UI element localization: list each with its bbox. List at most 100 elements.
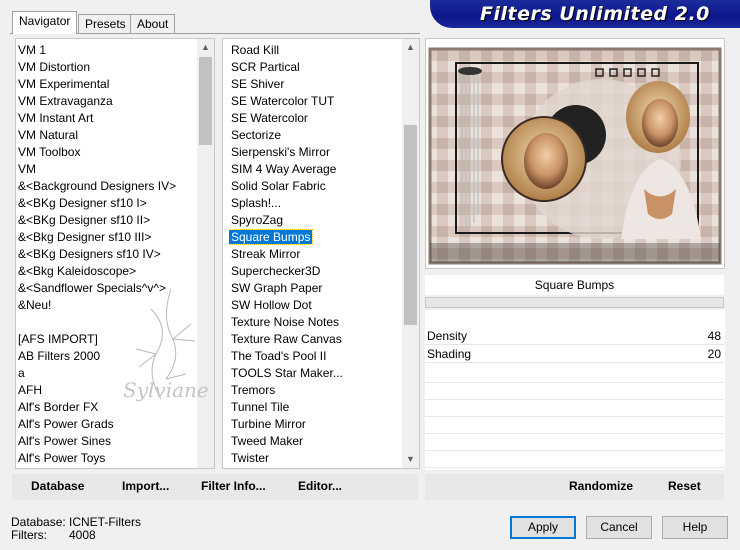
param-row-empty [425, 416, 724, 417]
category-item[interactable]: VM Natural [16, 127, 196, 144]
category-item-label: VM Extravaganza [18, 94, 113, 108]
filter-item-label: TOOLS Star Maker... [231, 366, 343, 380]
category-item[interactable]: Alf's Power Sines [16, 433, 196, 450]
filter-item[interactable]: Tweed Maker [229, 433, 401, 450]
category-item[interactable]: VM Instant Art [16, 110, 196, 127]
category-item-label: VM Instant Art [18, 111, 94, 125]
filter-item[interactable]: SE Watercolor [229, 110, 401, 127]
param-density[interactable]: Density 48 [425, 328, 724, 345]
reset-button[interactable]: Reset [668, 479, 701, 493]
filter-item[interactable]: Texture Noise Notes [229, 314, 401, 331]
apply-button[interactable]: Apply [510, 516, 576, 539]
category-item-label: VM [18, 162, 36, 176]
category-item-label: VM 1 [18, 43, 47, 57]
category-item-label: VM Experimental [18, 77, 110, 91]
param-row-empty [425, 467, 724, 468]
progress-bar [425, 297, 724, 308]
filter-item[interactable]: Sectorize [229, 127, 401, 144]
filter-item[interactable]: The Toad's Pool II [229, 348, 401, 365]
chevron-up-icon[interactable]: ▲ [197, 39, 214, 56]
filter-item[interactable]: Superchecker3D [229, 263, 401, 280]
scroll-thumb[interactable] [199, 57, 212, 145]
tab-about[interactable]: About [130, 14, 176, 33]
help-button[interactable]: Help [662, 516, 728, 539]
category-item[interactable]: VM 1 [16, 42, 196, 59]
category-item[interactable]: VM Toolbox [16, 144, 196, 161]
category-item[interactable]: VM Extravaganza [16, 93, 196, 110]
filter-item[interactable]: Solid Solar Fabric [229, 178, 401, 195]
filter-item[interactable]: SpyroZag [229, 212, 401, 229]
filter-item-label: Tweed Maker [231, 434, 304, 448]
category-item-label: &Neu! [18, 298, 52, 312]
category-item[interactable]: &<BKg Designers sf10 IV> [16, 246, 196, 263]
category-list[interactable]: VM 1 VM Distortion VM Experimental VM Extra… [15, 38, 215, 469]
filter-item-label: SW Hollow Dot [231, 298, 312, 312]
category-item-label: &<Bkg Kaleidoscope> [18, 264, 137, 278]
filter-item[interactable]: SCR Partical [229, 59, 401, 76]
import-button[interactable]: Import... [122, 479, 169, 493]
filter-item[interactable]: Streak Mirror [229, 246, 401, 263]
filter-info-button[interactable]: Filter Info... [201, 479, 266, 493]
filter-item[interactable]: SW Hollow Dot [229, 297, 401, 314]
database-label: Database: [11, 515, 66, 529]
filter-item[interactable]: Road Kill [229, 42, 401, 59]
category-item-label: &<Background Designers IV> [18, 179, 177, 193]
filter-item[interactable]: Tunnel Tile [229, 399, 401, 416]
randomize-button[interactable]: Randomize [569, 479, 633, 493]
category-item[interactable]: VM Experimental [16, 76, 196, 93]
filter-item[interactable]: SE Shiver [229, 76, 401, 93]
param-row-empty [425, 433, 724, 434]
category-item[interactable]: Alf's Power Grads [16, 416, 196, 433]
database-button[interactable]: Database [31, 479, 84, 493]
category-item[interactable]: &<Bkg Kaleidoscope> [16, 263, 196, 280]
category-item-label: Alf's Border FX [18, 400, 99, 414]
filter-list[interactable]: Road Kill SCR Partical SE Shiver SE Waterco… [222, 38, 420, 469]
filter-item-label: Sierpenski's Mirror [231, 145, 330, 159]
filter-item[interactable]: Tremors [229, 382, 401, 399]
scroll-thumb[interactable] [404, 125, 417, 325]
filter-item[interactable]: Twister [229, 450, 401, 467]
category-item[interactable]: &<BKg Designer sf10 II> [16, 212, 196, 229]
param-row-empty [425, 399, 724, 400]
filter-item[interactable]: Sierpenski's Mirror [229, 144, 401, 161]
filter-scrollbar[interactable]: ▲ ▼ [402, 39, 419, 468]
filter-item[interactable]: Turbine Mirror [229, 416, 401, 433]
filter-item-label: SE Watercolor [231, 111, 308, 125]
category-item[interactable]: Alf's Power Toys [16, 450, 196, 467]
param-label: Shading [427, 347, 472, 361]
chevron-up-icon[interactable]: ▲ [402, 39, 419, 56]
preview-image [428, 47, 722, 265]
tab-presets[interactable]: Presets [78, 14, 133, 33]
param-row-empty [425, 382, 724, 383]
filter-item[interactable]: TOOLS Star Maker... [229, 365, 401, 382]
filter-item-label: Twister [231, 451, 270, 465]
filter-item[interactable]: Texture Raw Canvas [229, 331, 401, 348]
category-item-label: Alf's Power Grads [18, 417, 114, 431]
filter-item-label: SpyroZag [231, 213, 284, 227]
editor-button[interactable]: Editor... [298, 479, 342, 493]
filter-item[interactable]: Splash!... [229, 195, 401, 212]
chevron-down-icon[interactable]: ▼ [402, 451, 419, 468]
app-banner: Filters Unlimited 2.0 [430, 0, 740, 28]
filter-item[interactable]: SIM 4 Way Average [229, 161, 401, 178]
filter-item[interactable]: Square Bumps [229, 229, 401, 246]
filter-item-label: SW Graph Paper [231, 281, 323, 295]
param-value: 48 [707, 329, 721, 343]
category-item[interactable]: &<Bkg Designer sf10 III> [16, 229, 196, 246]
param-shading[interactable]: Shading 20 [425, 346, 724, 363]
filter-item[interactable]: SW Graph Paper [229, 280, 401, 297]
category-item-label: AB Filters 2000 [18, 349, 101, 363]
category-item[interactable]: &<BKg Designer sf10 I> [16, 195, 196, 212]
cancel-button[interactable]: Cancel [586, 516, 652, 539]
filter-item-label: SIM 4 Way Average [231, 162, 337, 176]
category-item[interactable]: &<Background Designers IV> [16, 178, 196, 195]
watermark-text: Sylviane [123, 378, 209, 402]
category-item[interactable]: VM [16, 161, 196, 178]
filter-item[interactable]: SE Watercolor TUT [229, 93, 401, 110]
watermark-signature: Sylviane [123, 288, 209, 402]
database-value: ICNET-Filters [69, 515, 141, 529]
category-item-label [16, 315, 20, 329]
category-item[interactable]: VM Distortion [16, 59, 196, 76]
param-toolbar: Randomize Reset [425, 474, 724, 500]
tab-navigator[interactable]: Navigator [12, 11, 78, 34]
